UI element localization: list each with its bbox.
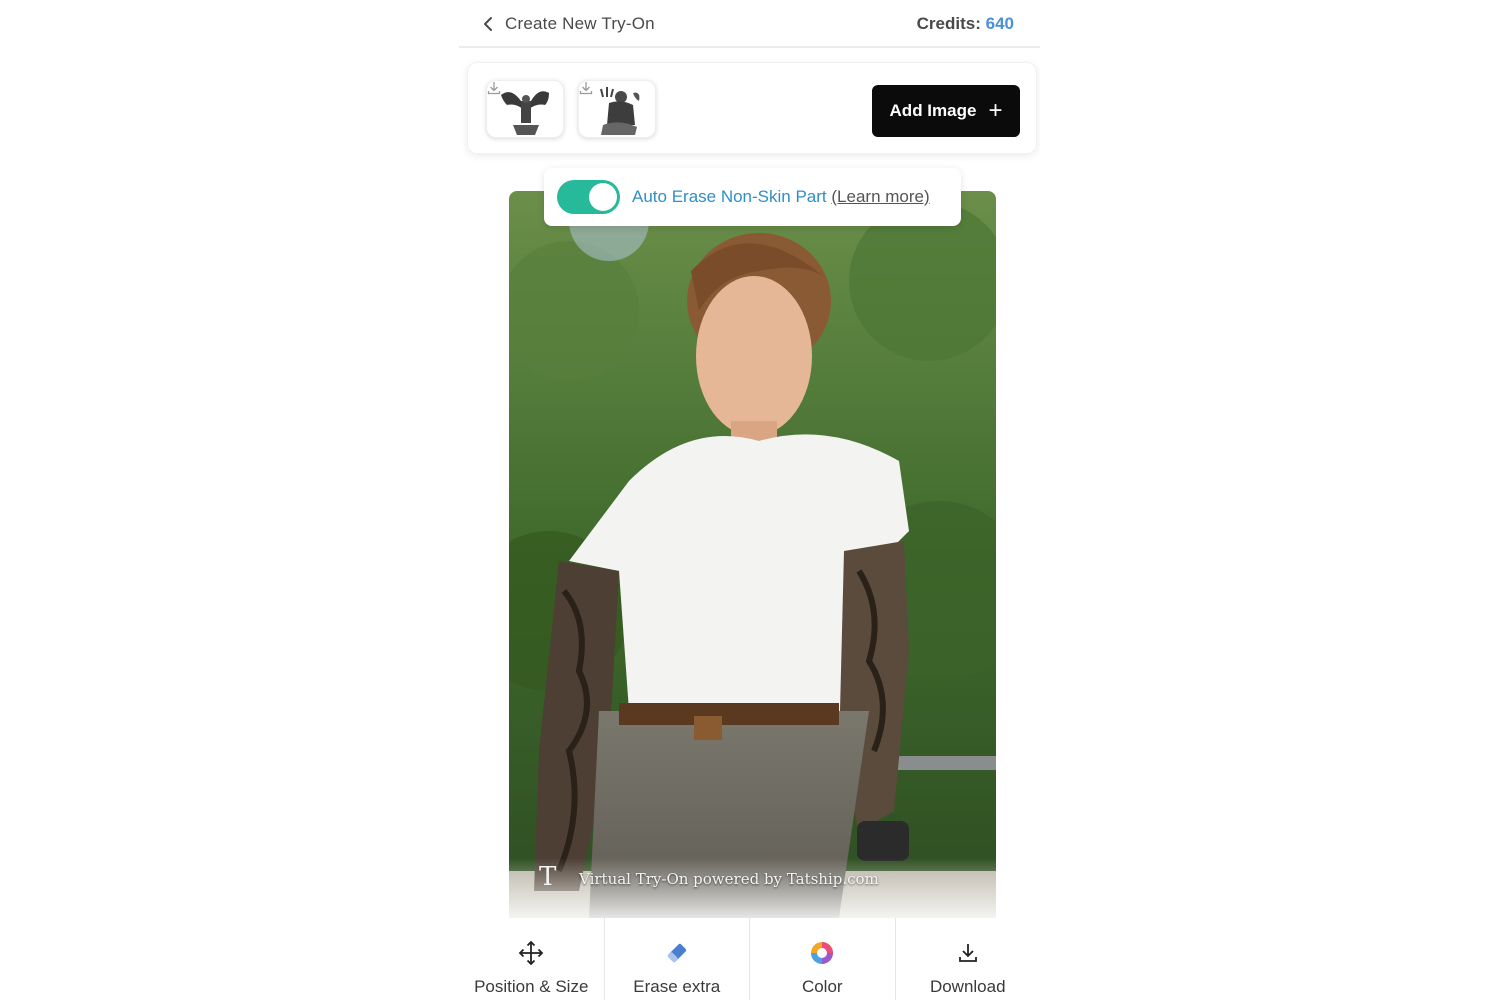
download-button[interactable]: Download bbox=[896, 918, 1041, 1000]
auto-erase-label: Auto Erase Non-Skin Part bbox=[632, 187, 827, 206]
try-on-preview[interactable]: T Virtual Try-On powered by Tatship.com bbox=[509, 191, 996, 918]
tattoo-thumbnail[interactable] bbox=[578, 80, 656, 138]
position-size-label: Position & Size bbox=[474, 977, 589, 996]
auto-erase-toggle[interactable] bbox=[557, 180, 620, 214]
bottom-toolbar: Position & Size Erase extra Color Downlo… bbox=[459, 918, 1040, 1000]
header: Create New Try-On Credits: 640 bbox=[459, 0, 1040, 48]
color-wheel-icon bbox=[811, 942, 834, 964]
chevron-left-icon[interactable] bbox=[481, 15, 497, 33]
download-icon[interactable] bbox=[487, 81, 501, 95]
app-screen: Create New Try-On Credits: 640 Add Image… bbox=[459, 0, 1040, 1000]
color-label: Color bbox=[801, 977, 843, 996]
plus-icon: + bbox=[988, 97, 1003, 124]
erase-extra-label: Erase extra bbox=[633, 977, 721, 996]
download-icon[interactable] bbox=[579, 81, 593, 95]
eraser-icon bbox=[667, 943, 686, 963]
position-size-button[interactable]: Position & Size bbox=[459, 918, 605, 1000]
color-button[interactable]: Color bbox=[750, 918, 896, 1000]
credits-label: Credits: bbox=[916, 14, 981, 33]
person-photo bbox=[509, 191, 996, 918]
credits-display: Credits: 640 bbox=[917, 14, 1014, 34]
add-image-button[interactable]: Add Image + bbox=[872, 85, 1020, 137]
add-image-label: Add Image bbox=[889, 101, 977, 120]
credits-value: 640 bbox=[985, 14, 1014, 33]
tattoo-thumbnail[interactable] bbox=[486, 80, 564, 138]
learn-more-link[interactable]: (Learn more) bbox=[831, 187, 929, 206]
move-icon bbox=[518, 940, 544, 966]
watermark-logo: T bbox=[539, 862, 557, 892]
auto-erase-text: Auto Erase Non-Skin Part (Learn more) bbox=[632, 187, 930, 207]
download-icon bbox=[958, 944, 977, 962]
toggle-knob bbox=[589, 183, 617, 211]
download-label: Download bbox=[929, 977, 1006, 996]
tattoo-image-strip: Add Image + bbox=[467, 62, 1037, 154]
erase-extra-button[interactable]: Erase extra bbox=[605, 918, 750, 1000]
page-title: Create New Try-On bbox=[505, 14, 655, 33]
photo-fade bbox=[509, 858, 996, 918]
auto-erase-panel: Auto Erase Non-Skin Part (Learn more) bbox=[544, 168, 961, 226]
watermark-caption: Virtual Try-On powered by Tatship.com bbox=[579, 870, 879, 888]
